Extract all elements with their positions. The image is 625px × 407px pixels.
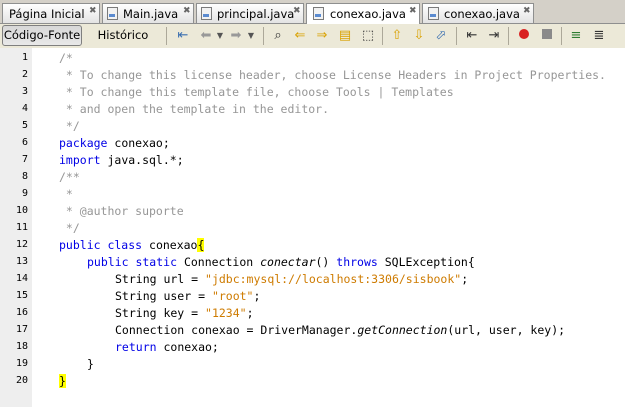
java-file-icon <box>313 7 324 20</box>
tab-label: Main.java <box>123 7 179 21</box>
tab-label: Página Inicial <box>9 7 85 21</box>
line-number: 13 <box>15 256 28 267</box>
line-number: 12 <box>15 239 28 250</box>
history-view-button[interactable]: Histórico <box>86 25 160 46</box>
line-number: 7 <box>21 154 28 165</box>
previous-bookmark-icon[interactable]: ⇧ <box>389 28 405 44</box>
toggle-bookmark-icon[interactable]: ⬀ <box>433 28 449 44</box>
java-file-icon <box>428 7 439 20</box>
line-number: 20 <box>15 375 28 386</box>
rect-selection-icon[interactable]: ⬚ <box>360 28 376 44</box>
line-number: 11 <box>15 222 28 233</box>
uncomment-icon[interactable]: ≣ <box>591 28 607 44</box>
tab-close-icon[interactable]: ✖ <box>523 6 531 16</box>
code-line-14: String url = "jdbc:mysql://localhost:330… <box>115 272 469 286</box>
shift-left-icon[interactable]: ⇤ <box>464 28 480 44</box>
code-line-19: } <box>87 357 94 371</box>
java-file-icon <box>201 7 212 20</box>
code-line-3: * To change this template file, choose T… <box>59 85 454 99</box>
tab-principal-java[interactable]: principal.java ✖ <box>196 3 304 23</box>
editor-tab-bar: Página Inicial ✖ Main.java ✖ principal.j… <box>0 0 625 24</box>
code-line-8: /** <box>59 170 80 184</box>
line-number: 15 <box>15 290 28 301</box>
code-line-15: String user = "root"; <box>115 289 261 303</box>
toolbar-separator <box>166 27 167 45</box>
line-number: 19 <box>15 358 28 369</box>
code-line-18: return conexao; <box>115 340 219 354</box>
code-line-9: * <box>59 187 73 201</box>
tab-conexao-java-active[interactable]: conexao.java ✖ <box>306 3 420 24</box>
stop-macro-icon[interactable] <box>539 28 555 44</box>
code-line-7: import java.sql.*; <box>59 153 184 167</box>
tab-label: principal.java <box>217 7 295 21</box>
tab-main-java[interactable]: Main.java ✖ <box>102 3 194 23</box>
toolbar-separator <box>456 27 457 45</box>
line-number: 14 <box>15 273 28 284</box>
tab-label: conexao.java <box>330 7 406 21</box>
last-edit-icon[interactable]: ⇤ <box>175 28 191 44</box>
line-number: 3 <box>21 86 28 97</box>
forward-icon[interactable]: ➡ <box>228 28 244 44</box>
code-line-2: * To change this license header, choose … <box>59 68 606 82</box>
comment-icon[interactable]: ≡ <box>568 28 584 44</box>
toolbar-separator <box>561 27 562 45</box>
line-number: 9 <box>21 188 28 199</box>
brace-highlight: } <box>59 374 66 388</box>
line-number: 10 <box>15 205 28 216</box>
line-number: 8 <box>21 171 28 182</box>
line-number: 1 <box>21 52 28 63</box>
code-line-20: } <box>59 373 66 390</box>
toggle-highlight-icon[interactable]: ▤ <box>337 28 353 44</box>
java-file-icon <box>107 7 118 20</box>
line-number: 17 <box>15 324 28 335</box>
find-next-icon[interactable]: ⇒ <box>314 28 330 44</box>
code-line-4: * and open the template in the editor. <box>59 102 330 116</box>
tab-close-icon[interactable]: ✖ <box>293 6 301 16</box>
tab-close-icon[interactable]: ✖ <box>89 6 97 16</box>
find-previous-icon[interactable]: ⇐ <box>292 28 308 44</box>
line-number: 16 <box>15 307 28 318</box>
editor-toolbar: Código-Fonte Histórico ⇤ ⬅ ▼ ➡ ▼ ⌕ ⇐ ⇒ ▤… <box>0 24 625 49</box>
tab-close-icon[interactable]: ✖ <box>409 6 417 16</box>
toolbar-separator <box>263 27 264 45</box>
find-icon[interactable]: ⌕ <box>270 28 286 44</box>
tab-close-icon[interactable]: ✖ <box>183 6 191 16</box>
line-number: 18 <box>15 341 28 352</box>
chevron-down-icon[interactable]: ▼ <box>212 28 228 44</box>
code-line-6: package conexao; <box>59 136 170 150</box>
code-line-10: * @author suporte <box>59 204 184 218</box>
toolbar-separator <box>382 27 383 45</box>
code-line-11: */ <box>59 221 80 235</box>
code-line-17: Connection conexao = DriverManager.getCo… <box>115 323 566 337</box>
next-bookmark-icon[interactable]: ⇩ <box>411 28 427 44</box>
line-number: 2 <box>21 69 28 80</box>
shift-right-icon[interactable]: ⇥ <box>486 28 502 44</box>
source-view-button[interactable]: Código-Fonte <box>2 25 82 46</box>
code-line-5: */ <box>59 119 80 133</box>
toolbar-separator <box>508 27 509 45</box>
line-number: 6 <box>21 137 28 148</box>
start-macro-icon[interactable] <box>516 28 532 44</box>
code-line-1: /* <box>59 51 73 65</box>
code-line-13: public static Connection conectar() thro… <box>87 255 475 269</box>
tab-label: conexao.java <box>444 7 520 21</box>
line-number: 4 <box>21 103 28 114</box>
code-line-16: String key = "1234"; <box>115 306 254 320</box>
brace-highlight: { <box>197 238 205 252</box>
chevron-down-icon[interactable]: ▼ <box>243 28 259 44</box>
line-number: 5 <box>21 120 28 131</box>
tab-pagina-inicial[interactable]: Página Inicial ✖ <box>2 3 100 23</box>
code-editor[interactable]: /* * To change this license header, choo… <box>32 48 625 407</box>
tab-conexao-java[interactable]: conexao.java ✖ <box>422 3 534 23</box>
code-line-12: public class conexao{ <box>59 238 205 252</box>
